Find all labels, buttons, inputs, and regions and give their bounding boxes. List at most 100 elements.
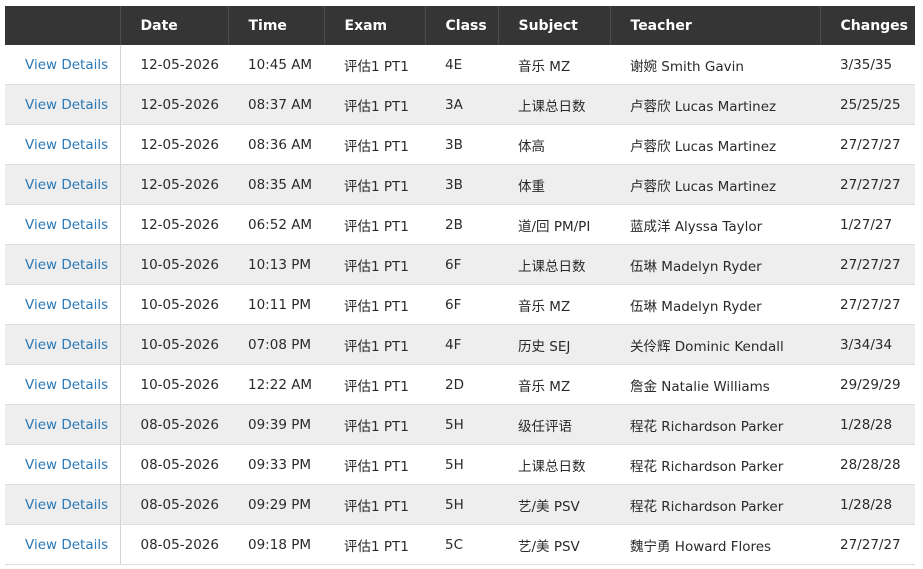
changes-cell: 29/29/29	[820, 364, 915, 405]
table-row: View Details 12-05-2026 08:36 AM 评估1 PT1 3B 体…	[5, 124, 915, 165]
subject-cell: 上课总日数	[498, 444, 610, 485]
header-date[interactable]: Date	[119, 6, 228, 45]
view-details-link[interactable]: View Details	[25, 297, 108, 313]
changes-cell: 27/27/27	[820, 164, 915, 205]
view-details-link[interactable]: View Details	[25, 217, 108, 233]
time-cell: 07:08 PM	[228, 324, 324, 365]
header-action	[5, 6, 120, 45]
table-row: View Details 08-05-2026 09:18 PM 评估1 PT1 5C 艺…	[5, 524, 915, 565]
exam-cell: 评估1 PT1	[324, 524, 425, 565]
class-cell: 6F	[425, 244, 498, 285]
table-row: View Details 08-05-2026 09:33 PM 评估1 PT1 5H 上…	[5, 444, 915, 485]
subject-cell: 历史 SEJ	[498, 324, 610, 365]
date-cell: 10-05-2026	[120, 324, 228, 365]
date-cell: 12-05-2026	[120, 124, 228, 165]
table-row: View Details 12-05-2026 08:35 AM 评估1 PT1 3B 体…	[5, 164, 915, 205]
exam-cell: 评估1 PT1	[324, 284, 425, 325]
action-cell: View Details	[5, 364, 121, 405]
header-changes[interactable]: Changes	[819, 6, 915, 45]
change-log-table: Date Time Exam Class Subject Teacher Cha…	[5, 6, 915, 565]
exam-cell: 评估1 PT1	[324, 244, 425, 285]
changes-cell: 27/27/27	[820, 524, 915, 565]
table-header: Date Time Exam Class Subject Teacher Cha…	[5, 6, 915, 45]
subject-cell: 上课总日数	[498, 244, 610, 285]
table-row: View Details 08-05-2026 09:29 PM 评估1 PT1 5H 艺…	[5, 484, 915, 525]
table-row: View Details 10-05-2026 12:22 AM 评估1 PT1 2D 音…	[5, 364, 915, 405]
subject-cell: 艺/美 PSV	[498, 484, 610, 525]
subject-cell: 体重	[498, 164, 610, 205]
view-details-link[interactable]: View Details	[25, 177, 108, 193]
time-cell: 09:39 PM	[228, 404, 324, 445]
action-cell: View Details	[5, 324, 121, 365]
class-cell: 5C	[425, 524, 498, 565]
exam-cell: 评估1 PT1	[324, 164, 425, 205]
action-cell: View Details	[5, 84, 121, 125]
class-cell: 2D	[425, 364, 498, 405]
date-cell: 12-05-2026	[120, 45, 228, 85]
action-cell: View Details	[5, 45, 121, 85]
header-row: Date Time Exam Class Subject Teacher Cha…	[5, 6, 915, 45]
action-cell: View Details	[5, 124, 121, 165]
view-details-link[interactable]: View Details	[25, 57, 108, 73]
time-cell: 09:33 PM	[228, 444, 324, 485]
teacher-cell: 程花 Richardson Parker	[610, 444, 820, 485]
header-time[interactable]: Time	[227, 6, 324, 45]
subject-cell: 音乐 MZ	[498, 364, 610, 405]
subject-cell: 艺/美 PSV	[498, 524, 610, 565]
action-cell: View Details	[5, 164, 121, 205]
changes-cell: 3/34/34	[820, 324, 915, 365]
changes-cell: 1/28/28	[820, 484, 915, 525]
table-row: View Details 10-05-2026 10:13 PM 评估1 PT1 6F 上…	[5, 244, 915, 285]
header-exam[interactable]: Exam	[323, 6, 425, 45]
teacher-cell: 卢蓉欣 Lucas Martinez	[610, 124, 820, 165]
exam-cell: 评估1 PT1	[324, 324, 425, 365]
changes-cell: 25/25/25	[820, 84, 915, 125]
header-teacher[interactable]: Teacher	[609, 6, 820, 45]
header-class[interactable]: Class	[424, 6, 498, 45]
date-cell: 12-05-2026	[120, 84, 228, 125]
teacher-cell: 詹金 Natalie Williams	[610, 364, 820, 405]
date-cell: 08-05-2026	[120, 444, 228, 485]
changes-cell: 1/27/27	[820, 204, 915, 245]
view-details-link[interactable]: View Details	[25, 537, 108, 553]
changes-cell: 27/27/27	[820, 124, 915, 165]
teacher-cell: 蓝成洋 Alyssa Taylor	[610, 204, 820, 245]
subject-cell: 级任评语	[498, 404, 610, 445]
time-cell: 09:29 PM	[228, 484, 324, 525]
action-cell: View Details	[5, 484, 121, 525]
view-details-link[interactable]: View Details	[25, 377, 108, 393]
date-cell: 10-05-2026	[120, 284, 228, 325]
action-cell: View Details	[5, 404, 121, 445]
action-cell: View Details	[5, 244, 121, 285]
date-cell: 12-05-2026	[120, 164, 228, 205]
date-cell: 10-05-2026	[120, 244, 228, 285]
action-cell: View Details	[5, 204, 121, 245]
teacher-cell: 魏宁勇 Howard Flores	[610, 524, 820, 565]
class-cell: 2B	[425, 204, 498, 245]
time-cell: 08:36 AM	[228, 124, 324, 165]
class-cell: 3B	[425, 124, 498, 165]
table-row: View Details 10-05-2026 07:08 PM 评估1 PT1 4F 历…	[5, 324, 915, 365]
view-details-link[interactable]: View Details	[25, 417, 108, 433]
time-cell: 09:18 PM	[228, 524, 324, 565]
subject-cell: 上课总日数	[498, 84, 610, 125]
header-subject[interactable]: Subject	[497, 6, 610, 45]
view-details-link[interactable]: View Details	[25, 497, 108, 513]
view-details-link[interactable]: View Details	[25, 337, 108, 353]
table-row: View Details 12-05-2026 10:45 AM 评估1 PT1 4E 音…	[5, 45, 915, 85]
time-cell: 08:37 AM	[228, 84, 324, 125]
view-details-link[interactable]: View Details	[25, 257, 108, 273]
view-details-link[interactable]: View Details	[25, 457, 108, 473]
exam-cell: 评估1 PT1	[324, 444, 425, 485]
date-cell: 08-05-2026	[120, 524, 228, 565]
date-cell: 08-05-2026	[120, 404, 228, 445]
table-row: View Details 12-05-2026 06:52 AM 评估1 PT1 2B 道…	[5, 204, 915, 245]
view-details-link[interactable]: View Details	[25, 97, 108, 113]
action-cell: View Details	[5, 444, 121, 485]
time-cell: 08:35 AM	[228, 164, 324, 205]
subject-cell: 音乐 MZ	[498, 45, 610, 85]
teacher-cell: 谢婉 Smith Gavin	[610, 45, 820, 85]
teacher-cell: 程花 Richardson Parker	[610, 484, 820, 525]
view-details-link[interactable]: View Details	[25, 137, 108, 153]
changes-cell: 27/27/27	[820, 244, 915, 285]
